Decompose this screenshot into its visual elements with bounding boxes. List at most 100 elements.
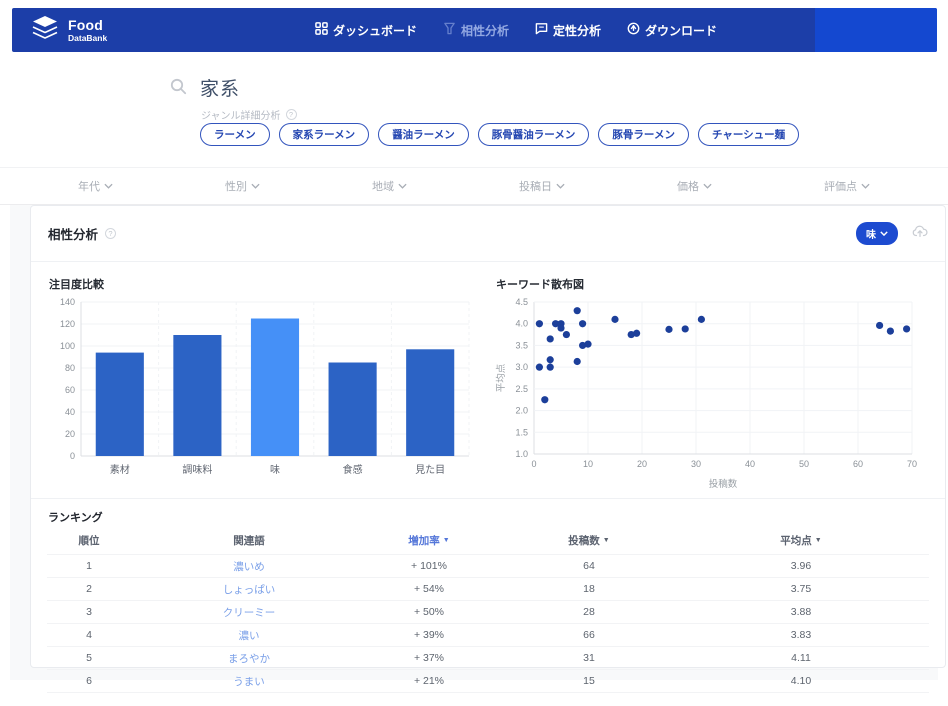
sort-arrow-icon: ▼ bbox=[603, 537, 610, 544]
svg-text:素材: 素材 bbox=[110, 463, 130, 476]
chevron-down-icon bbox=[398, 183, 407, 189]
svg-text:食感: 食感 bbox=[343, 463, 363, 476]
col-header-score[interactable]: 平均点▼ bbox=[687, 533, 915, 548]
attention-bar-chart: 020406080100120140素材調味料味食感見た目 bbox=[47, 294, 479, 482]
filter-label: 年代 bbox=[78, 178, 100, 194]
svg-text:調味料: 調味料 bbox=[182, 463, 212, 476]
ranking-table-header: 順位 関連語 増加率▼ 投稿数▼ 平均点▼ bbox=[47, 527, 929, 554]
layers-logo-icon bbox=[30, 14, 60, 47]
bar-chart-title: 注目度比較 bbox=[49, 276, 482, 292]
score-cell: 3.96 bbox=[687, 560, 915, 572]
growth-cell: + 21% bbox=[367, 675, 491, 687]
brand-logo[interactable]: Food DataBank bbox=[30, 14, 107, 47]
chevron-down-icon bbox=[703, 183, 712, 189]
svg-text:40: 40 bbox=[65, 407, 75, 417]
filter-rating[interactable]: 評価点 bbox=[824, 178, 870, 194]
export-upload-icon[interactable] bbox=[912, 224, 928, 243]
svg-text:70: 70 bbox=[907, 459, 917, 469]
svg-text:2.5: 2.5 bbox=[515, 384, 528, 394]
growth-cell: + 54% bbox=[367, 583, 491, 595]
svg-text:30: 30 bbox=[691, 459, 701, 469]
svg-text:平均点: 平均点 bbox=[495, 363, 507, 392]
genre-tag[interactable]: 醤油ラーメン bbox=[378, 123, 469, 146]
nav-item-compatibility[interactable]: 相性分析 bbox=[443, 22, 509, 39]
svg-text:0: 0 bbox=[531, 459, 536, 469]
word-cell[interactable]: 濃いめ bbox=[131, 559, 367, 574]
brand-line1: Food bbox=[68, 18, 107, 32]
filter-region[interactable]: 地域 bbox=[372, 178, 407, 194]
filter-label: 投稿日 bbox=[519, 178, 552, 194]
genre-detail-row: ジャンル詳細分析 ? bbox=[201, 107, 297, 122]
score-cell: 4.11 bbox=[687, 652, 915, 664]
svg-text:見た目: 見た目 bbox=[415, 464, 445, 476]
growth-cell: + 101% bbox=[367, 560, 491, 572]
panel-help-icon[interactable]: ? bbox=[105, 228, 116, 239]
search-input[interactable]: 家系 bbox=[200, 74, 240, 101]
svg-text:投稿数: 投稿数 bbox=[709, 478, 738, 490]
svg-text:20: 20 bbox=[637, 459, 647, 469]
genre-tag[interactable]: 豚骨ラーメン bbox=[598, 123, 689, 146]
ranking-title: ランキング bbox=[48, 509, 945, 525]
nav-item-qualitative[interactable]: 定性分析 bbox=[535, 22, 601, 39]
nav-item-label: ダウンロード bbox=[645, 22, 717, 39]
svg-text:4.0: 4.0 bbox=[515, 319, 528, 329]
word-cell[interactable]: しょっぱい bbox=[131, 582, 367, 597]
table-row: 3 クリーミー + 50% 28 3.88 bbox=[47, 600, 929, 623]
svg-text:0: 0 bbox=[70, 451, 75, 461]
genre-tag[interactable]: チャーシュー麺 bbox=[698, 123, 799, 146]
brand-line2: DataBank bbox=[68, 34, 107, 43]
genre-tag-row: ラーメン 家系ラーメン 醤油ラーメン 豚骨醤油ラーメン 豚骨ラーメン チャーシュ… bbox=[200, 123, 799, 146]
metric-select-value: 味 bbox=[866, 226, 876, 241]
filter-post-date[interactable]: 投稿日 bbox=[519, 178, 565, 194]
nav-item-label: 定性分析 bbox=[553, 22, 601, 39]
filter-bar: 年代 性別 地域 投稿日 価格 評価点 bbox=[0, 167, 948, 205]
posts-cell: 31 bbox=[491, 652, 687, 664]
word-cell[interactable]: まろやか bbox=[131, 651, 367, 666]
table-row: 6 うまい + 21% 15 4.10 bbox=[47, 669, 929, 693]
chat-bubble-icon bbox=[535, 22, 548, 38]
posts-cell: 64 bbox=[491, 560, 687, 572]
col-header-growth[interactable]: 増加率▼ bbox=[367, 533, 491, 548]
panel-header: 相性分析 ? 味 bbox=[31, 206, 945, 262]
svg-text:40: 40 bbox=[745, 459, 755, 469]
rank-cell: 5 bbox=[47, 652, 131, 664]
rank-cell: 2 bbox=[47, 583, 131, 595]
posts-cell: 15 bbox=[491, 675, 687, 687]
growth-cell: + 39% bbox=[367, 629, 491, 641]
metric-select[interactable]: 味 bbox=[856, 222, 898, 245]
genre-tag[interactable]: ラーメン bbox=[200, 123, 270, 146]
filter-price[interactable]: 価格 bbox=[677, 178, 712, 194]
filter-gender[interactable]: 性別 bbox=[225, 178, 260, 194]
ranking-section: ランキング 順位 関連語 増加率▼ 投稿数▼ 平均点▼ 1 濃いめ + 101%… bbox=[31, 498, 945, 693]
genre-help-icon[interactable]: ? bbox=[286, 109, 297, 120]
word-cell[interactable]: うまい bbox=[131, 674, 367, 689]
filter-age[interactable]: 年代 bbox=[78, 178, 113, 194]
svg-text:3.5: 3.5 bbox=[515, 340, 528, 350]
nav-item-download[interactable]: ダウンロード bbox=[627, 22, 717, 39]
genre-tag[interactable]: 豚骨醤油ラーメン bbox=[478, 123, 590, 146]
table-row: 5 まろやか + 37% 31 4.11 bbox=[47, 646, 929, 669]
svg-text:20: 20 bbox=[65, 429, 75, 439]
svg-text:60: 60 bbox=[853, 459, 863, 469]
panel-header-actions: 味 bbox=[856, 222, 928, 245]
keyword-scatter-block: キーワード散布図 0102030405060701.01.52.02.53.03… bbox=[488, 268, 935, 494]
word-cell[interactable]: 濃い bbox=[131, 628, 367, 643]
genre-tag[interactable]: 家系ラーメン bbox=[279, 123, 370, 146]
rank-cell: 4 bbox=[47, 629, 131, 641]
col-header-posts[interactable]: 投稿数▼ bbox=[491, 533, 687, 548]
nav-item-label: 相性分析 bbox=[461, 22, 509, 39]
nav-item-label: ダッシュボード bbox=[333, 22, 417, 39]
svg-text:1.5: 1.5 bbox=[515, 427, 528, 437]
filter-label: 評価点 bbox=[824, 178, 857, 194]
panel-title: 相性分析 bbox=[48, 224, 98, 243]
rank-cell: 3 bbox=[47, 606, 131, 618]
filter-label: 地域 bbox=[372, 178, 394, 194]
score-cell: 3.83 bbox=[687, 629, 915, 641]
word-cell[interactable]: クリーミー bbox=[131, 605, 367, 620]
score-cell: 3.88 bbox=[687, 606, 915, 618]
chevron-down-icon bbox=[880, 231, 888, 236]
genre-detail-label: ジャンル詳細分析 bbox=[201, 107, 281, 122]
charts-row: 注目度比較 020406080100120140素材調味料味食感見た目 キーワー… bbox=[31, 262, 945, 494]
nav-item-dashboard[interactable]: ダッシュボード bbox=[315, 22, 417, 39]
search-icon bbox=[170, 78, 187, 100]
